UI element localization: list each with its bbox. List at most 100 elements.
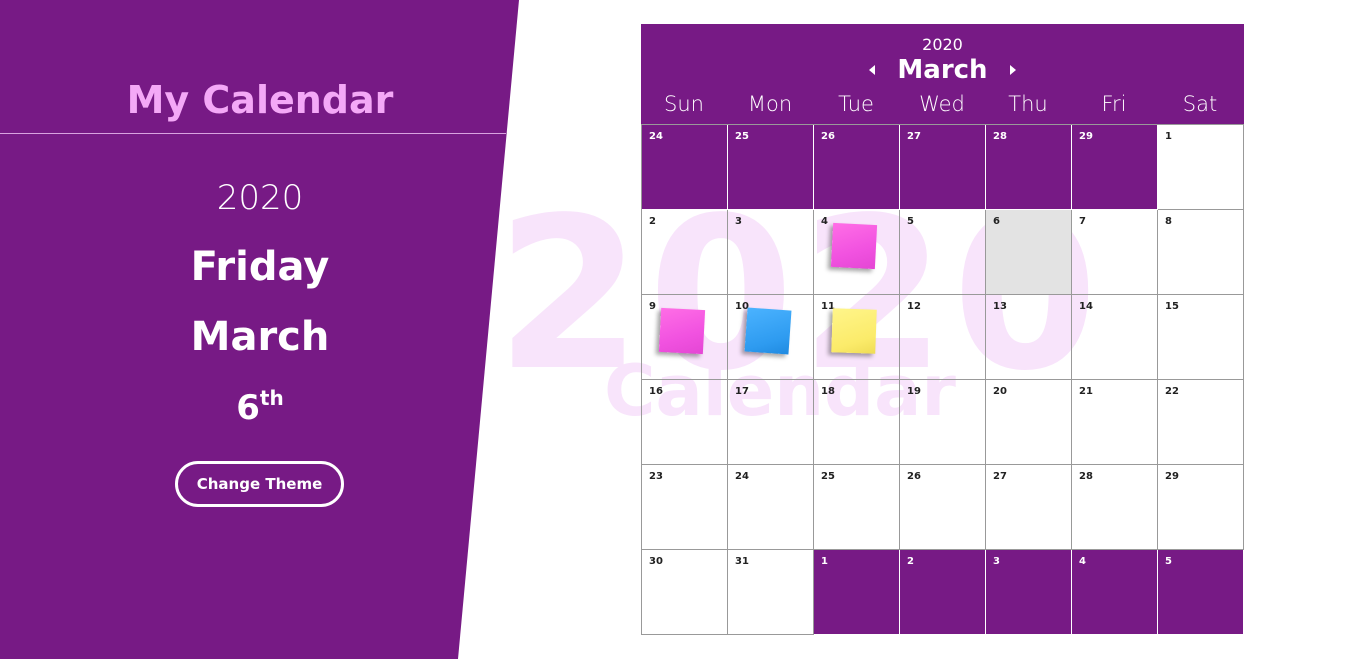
day-number: 26 xyxy=(907,471,921,482)
day-cell[interactable]: 15 xyxy=(1158,295,1244,380)
day-cell[interactable]: 2 xyxy=(642,210,728,295)
day-number: 28 xyxy=(1079,471,1093,482)
day-cell[interactable]: 9 xyxy=(642,295,728,380)
day-cell[interactable]: 26 xyxy=(900,465,986,550)
sticky-note-yellow[interactable] xyxy=(831,308,877,354)
calendar-header: 2020 March Sun Mon Tue Wed Thu Fri Sat xyxy=(641,24,1244,124)
day-cell-today[interactable]: 6 xyxy=(986,210,1072,295)
sidebar: My Calendar 2020 Friday March 6th Change… xyxy=(0,0,519,659)
day-number: 3 xyxy=(993,556,1000,567)
weekday-row: Sun Mon Tue Wed Thu Fri Sat xyxy=(641,92,1244,120)
day-number: 27 xyxy=(907,131,921,142)
day-cell[interactable]: 1 xyxy=(1158,125,1244,210)
calendar: 2020 March Sun Mon Tue Wed Thu Fri Sat 24 25 26 2… xyxy=(641,24,1244,635)
day-number: 18 xyxy=(821,386,835,397)
day-number: 14 xyxy=(1079,301,1093,312)
day-cell[interactable]: 16 xyxy=(642,380,728,465)
day-number: 8 xyxy=(1165,216,1172,227)
day-number: 29 xyxy=(1165,471,1179,482)
calendar-grid: 24 25 26 27 28 29 1 2 3 4 5 6 7 8 9 10 11 12 13 14 15 16 17 18 1… xyxy=(641,124,1244,635)
selected-day: 6th xyxy=(0,386,519,428)
day-number: 23 xyxy=(649,471,663,482)
day-number: 31 xyxy=(735,556,749,567)
day-cell[interactable]: 29 xyxy=(1158,465,1244,550)
day-cell[interactable]: 10 xyxy=(728,295,814,380)
day-number: 30 xyxy=(649,556,663,567)
day-cell-other-month[interactable]: 24 xyxy=(642,125,728,210)
month-navigation: March xyxy=(641,54,1244,86)
day-cell[interactable]: 4 xyxy=(814,210,900,295)
day-cell[interactable]: 24 xyxy=(728,465,814,550)
day-cell[interactable]: 11 xyxy=(814,295,900,380)
app-title: My Calendar xyxy=(126,78,394,122)
day-cell[interactable]: 14 xyxy=(1072,295,1158,380)
selected-year: 2020 xyxy=(216,178,304,218)
sticky-note-blue[interactable] xyxy=(744,307,792,355)
day-number: 3 xyxy=(735,216,742,227)
calendar-year: 2020 xyxy=(922,35,963,54)
day-number: 25 xyxy=(735,131,749,142)
day-cell-other-month[interactable]: 5 xyxy=(1158,550,1244,635)
sticky-note-pink[interactable] xyxy=(658,307,706,355)
selected-day-number: 6 xyxy=(236,388,260,428)
day-cell-other-month[interactable]: 29 xyxy=(1072,125,1158,210)
day-cell[interactable]: 3 xyxy=(728,210,814,295)
change-theme-button[interactable]: Change Theme xyxy=(175,461,344,507)
day-cell[interactable]: 22 xyxy=(1158,380,1244,465)
weekday-mon: Mon xyxy=(747,92,793,116)
day-number: 17 xyxy=(735,386,749,397)
day-number: 29 xyxy=(1079,131,1093,142)
day-number: 1 xyxy=(1165,131,1172,142)
day-number: 5 xyxy=(907,216,914,227)
day-number: 6 xyxy=(993,216,1000,227)
day-cell-other-month[interactable]: 26 xyxy=(814,125,900,210)
day-cell-other-month[interactable]: 28 xyxy=(986,125,1072,210)
day-cell[interactable]: 23 xyxy=(642,465,728,550)
day-number: 1 xyxy=(821,556,828,567)
selected-weekday: Friday xyxy=(190,244,330,290)
day-number: 24 xyxy=(649,131,663,142)
day-cell[interactable]: 20 xyxy=(986,380,1072,465)
day-cell-other-month[interactable]: 3 xyxy=(986,550,1072,635)
weekday-thu: Thu xyxy=(1008,92,1048,116)
day-cell[interactable]: 12 xyxy=(900,295,986,380)
sticky-note-pink[interactable] xyxy=(830,222,878,270)
day-number: 16 xyxy=(649,386,663,397)
day-number: 4 xyxy=(1079,556,1086,567)
title-divider xyxy=(0,133,506,134)
weekday-sun: Sun xyxy=(664,92,704,116)
day-number: 2 xyxy=(907,556,914,567)
day-number: 7 xyxy=(1079,216,1086,227)
day-cell[interactable]: 28 xyxy=(1072,465,1158,550)
day-cell[interactable]: 27 xyxy=(986,465,1072,550)
day-cell[interactable]: 5 xyxy=(900,210,986,295)
day-cell[interactable]: 18 xyxy=(814,380,900,465)
day-number: 21 xyxy=(1079,386,1093,397)
day-cell[interactable]: 19 xyxy=(900,380,986,465)
day-cell[interactable]: 30 xyxy=(642,550,728,635)
day-cell-other-month[interactable]: 27 xyxy=(900,125,986,210)
day-number: 25 xyxy=(821,471,835,482)
caret-left-icon[interactable] xyxy=(869,65,876,75)
day-number: 15 xyxy=(1165,301,1179,312)
day-cell[interactable]: 17 xyxy=(728,380,814,465)
day-cell[interactable]: 7 xyxy=(1072,210,1158,295)
day-cell-other-month[interactable]: 25 xyxy=(728,125,814,210)
day-number: 28 xyxy=(993,131,1007,142)
day-cell[interactable]: 13 xyxy=(986,295,1072,380)
day-number: 13 xyxy=(993,301,1007,312)
day-cell-other-month[interactable]: 1 xyxy=(814,550,900,635)
weekday-wed: Wed xyxy=(919,92,965,116)
day-cell[interactable]: 31 xyxy=(728,550,814,635)
day-cell-other-month[interactable]: 2 xyxy=(900,550,986,635)
day-number: 12 xyxy=(907,301,921,312)
day-cell[interactable]: 25 xyxy=(814,465,900,550)
day-number: 2 xyxy=(649,216,656,227)
day-number: 22 xyxy=(1165,386,1179,397)
day-cell[interactable]: 21 xyxy=(1072,380,1158,465)
day-cell[interactable]: 8 xyxy=(1158,210,1244,295)
day-cell-other-month[interactable]: 4 xyxy=(1072,550,1158,635)
day-number: 4 xyxy=(821,216,828,227)
caret-right-icon[interactable] xyxy=(1009,65,1016,75)
day-number: 5 xyxy=(1165,556,1172,567)
